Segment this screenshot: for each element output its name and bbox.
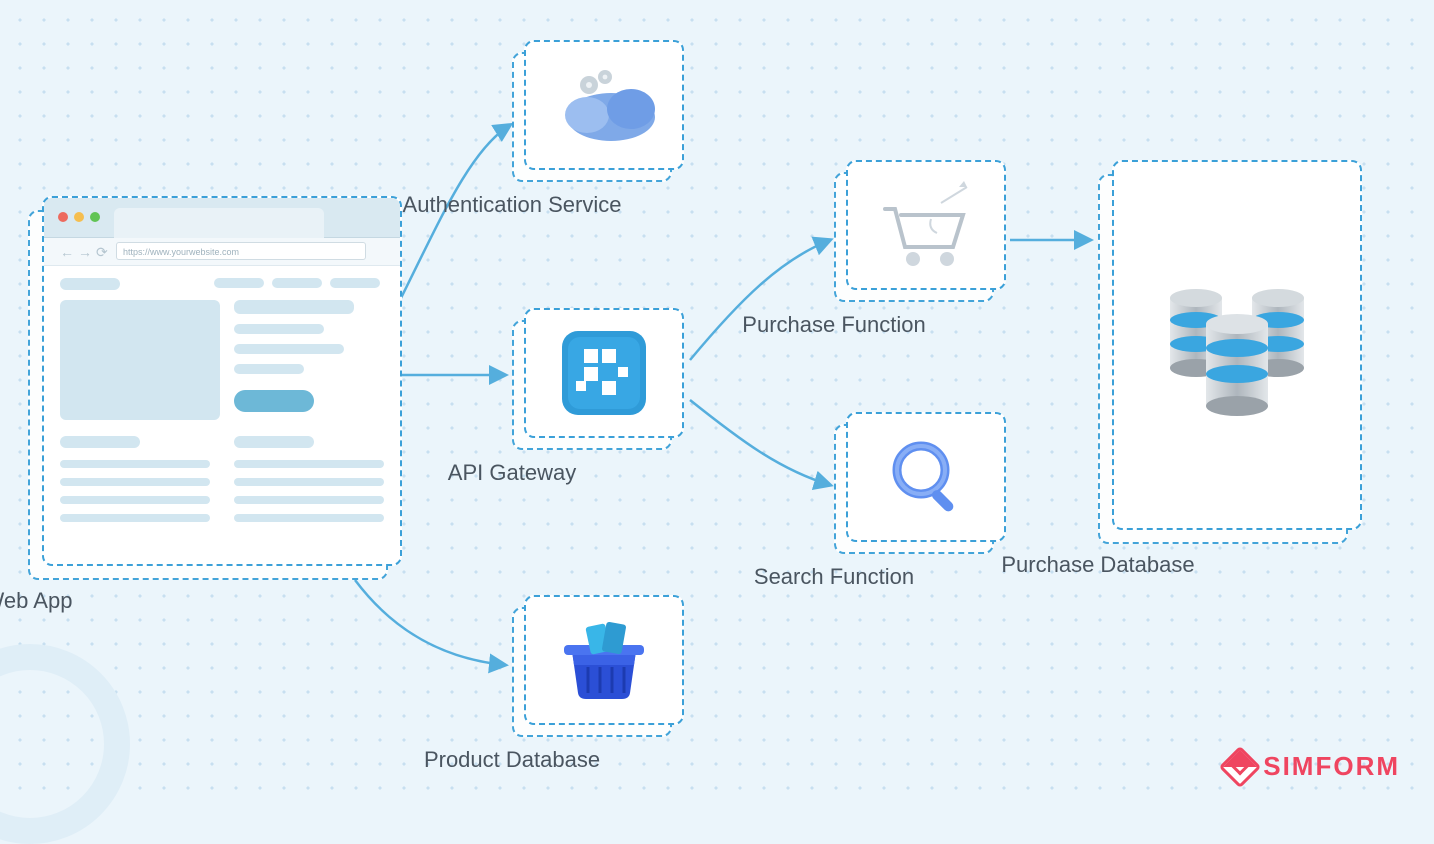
shopping-basket-icon — [554, 615, 654, 705]
node-label: Web App — [0, 588, 72, 614]
api-gateway-icon — [556, 325, 652, 421]
browser-url-bar: https://www.yourwebsite.com — [116, 242, 366, 260]
magnifier-icon — [881, 432, 971, 522]
browser-window-icon: ←→⟳ https://www.yourwebsite.com — [42, 196, 402, 566]
node-label: Purchase Function — [742, 312, 925, 338]
cloud-gears-icon — [549, 65, 659, 145]
node-label: Product Database — [424, 747, 600, 773]
node-label: Search Function — [754, 564, 914, 590]
database-cluster-icon — [1152, 260, 1322, 430]
node-label: Purchase Database — [1001, 552, 1194, 578]
node-label: API Gateway — [448, 460, 576, 486]
node-label: Authentication Service — [403, 192, 622, 218]
shopping-cart-icon — [871, 175, 981, 275]
